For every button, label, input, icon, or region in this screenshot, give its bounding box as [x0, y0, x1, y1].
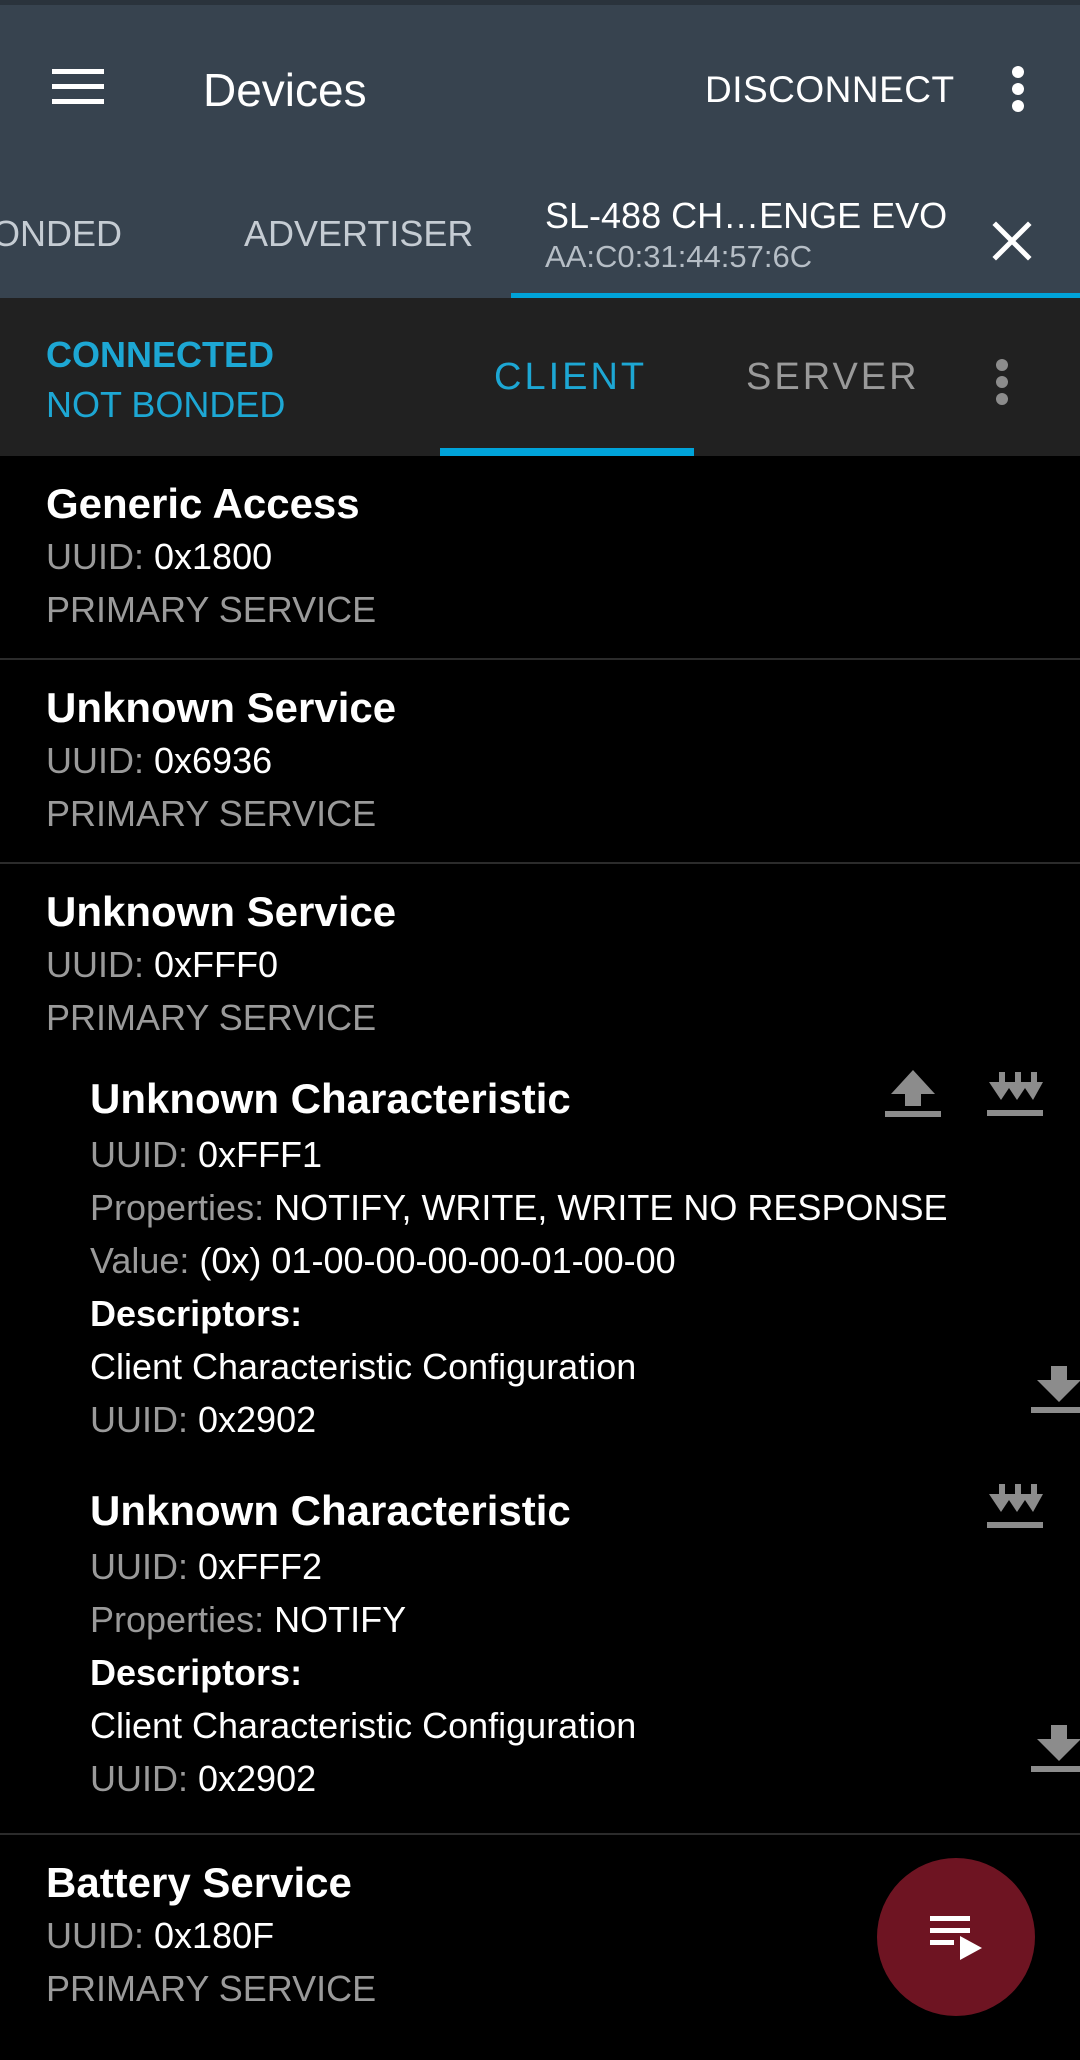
more-options-icon[interactable] [990, 51, 1046, 127]
characteristic-uuid: 0xFFF1 [198, 1134, 323, 1175]
more-options-icon[interactable] [980, 352, 1024, 412]
connection-status: CONNECTED [46, 334, 275, 375]
device-name: SL-488 CH…ENGE EVO [545, 195, 948, 236]
menu-icon[interactable] [38, 47, 118, 127]
uuid-label: UUID: [46, 740, 144, 781]
download-icon[interactable] [1024, 1713, 1080, 1783]
uuid-label: UUID: [46, 944, 144, 985]
service-type: PRIMARY SERVICE [46, 589, 377, 630]
service-uuid: 0x180F [154, 1915, 275, 1956]
service-uuid: 0xFFF0 [154, 944, 279, 985]
log-fab-button[interactable] [877, 1858, 1035, 2016]
connection-bar: CONNECTED NOT BONDED CLIENT SERVER [0, 298, 1080, 456]
service-type: PRIMARY SERVICE [46, 793, 377, 834]
uuid-label: UUID: [90, 1758, 188, 1799]
characteristic-uuid: 0xFFF2 [198, 1546, 323, 1587]
value-label: Value: [90, 1240, 190, 1281]
upload-icon[interactable] [878, 1058, 948, 1128]
service-name: Unknown Service [46, 888, 397, 935]
tab-server[interactable]: SERVER [746, 356, 920, 399]
descriptor-uuid: 0x2902 [198, 1758, 317, 1799]
queue-play-icon [930, 1916, 982, 1960]
characteristic-properties: NOTIFY, WRITE, WRITE NO RESPONSE [274, 1187, 948, 1228]
page-title: Devices [203, 64, 367, 116]
disconnect-button[interactable]: DISCONNECT [705, 69, 955, 111]
device-address: AA:C0:31:44:57:6C [545, 239, 813, 274]
properties-label: Properties: [90, 1187, 265, 1228]
service-list: Generic Access UUID: 0x1800 PRIMARY SERV… [0, 456, 1080, 2037]
service-uuid: 0x6936 [154, 740, 273, 781]
characteristic-name: Unknown Characteristic [90, 1487, 571, 1534]
tab-device[interactable]: SL-488 CH…ENGE EVO AA:C0:31:44:57:6C [545, 195, 947, 275]
service-name: Generic Access [46, 480, 360, 527]
service-type: PRIMARY SERVICE [46, 997, 377, 1038]
tab-bonded[interactable]: ONDED [0, 213, 122, 255]
service-name: Unknown Service [46, 684, 397, 731]
service-item[interactable]: Unknown Service UUID: 0xFFF0 PRIMARY SER… [0, 864, 1080, 1835]
uuid-label: UUID: [90, 1546, 188, 1587]
properties-label: Properties: [90, 1599, 265, 1640]
uuid-label: UUID: [90, 1134, 188, 1175]
uuid-label: UUID: [46, 536, 144, 577]
service-uuid: 0x1800 [154, 536, 273, 577]
close-icon[interactable] [980, 209, 1044, 273]
service-item[interactable]: Unknown Service UUID: 0x6936 PRIMARY SER… [0, 660, 1080, 864]
notify-icon[interactable] [980, 1058, 1050, 1128]
descriptor-name: Client Characteristic Configuration [90, 1346, 637, 1387]
characteristic-item[interactable]: Unknown Characteristic UUID: 0xFFF1 Prop… [46, 1044, 1080, 1456]
descriptors-label: Descriptors: [90, 1293, 303, 1334]
descriptor-item[interactable]: Client Characteristic Configuration UUID… [90, 1340, 1080, 1446]
characteristic-properties: NOTIFY [274, 1599, 407, 1640]
descriptors-label: Descriptors: [90, 1652, 303, 1693]
uuid-label: UUID: [46, 1915, 144, 1956]
bond-status: NOT BONDED [46, 384, 286, 425]
tab-client[interactable]: CLIENT [494, 356, 647, 399]
app-bar: Devices DISCONNECT ONDED ADVERTISER SL-4… [0, 0, 1080, 301]
descriptor-uuid: 0x2902 [198, 1399, 317, 1440]
uuid-label: UUID: [90, 1399, 188, 1440]
descriptor-name: Client Characteristic Configuration [90, 1705, 637, 1746]
descriptor-item[interactable]: Client Characteristic Configuration UUID… [90, 1699, 1080, 1805]
service-item[interactable]: Generic Access UUID: 0x1800 PRIMARY SERV… [0, 456, 1080, 660]
client-tab-indicator [440, 448, 694, 456]
device-tabs: ONDED ADVERTISER SL-488 CH…ENGE EVO AA:C… [0, 183, 1080, 303]
characteristic-item[interactable]: Unknown Characteristic UUID: 0xFFF2 Prop… [46, 1456, 1080, 1815]
notify-icon[interactable] [980, 1470, 1050, 1540]
tab-advertiser[interactable]: ADVERTISER [244, 213, 473, 255]
download-icon[interactable] [1024, 1354, 1080, 1424]
characteristic-value: (0x) 01-00-00-00-00-01-00-00 [199, 1240, 676, 1281]
